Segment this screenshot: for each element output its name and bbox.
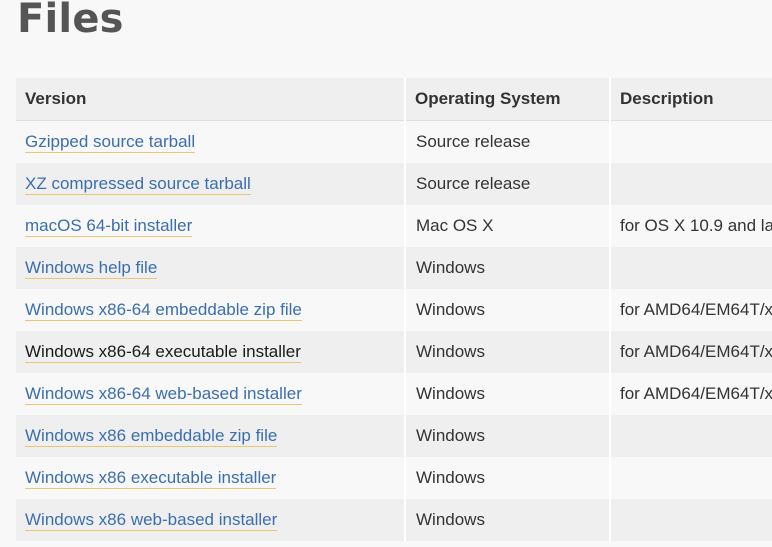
table-row: Gzipped source tarball Source release [16,120,772,163]
description-cell [610,120,772,163]
description-cell [610,499,772,541]
table-row: Windows x86 executable installer Windows [16,457,772,499]
table-row: Windows help file Windows [16,247,772,289]
table-row: Windows x86-64 embeddable zip file Windo… [16,289,772,331]
os-cell: Windows [405,289,611,331]
files-section: Files Version Operating System Descripti… [0,0,772,547]
version-cell: Windows x86 embeddable zip file [16,415,406,457]
download-link-windows-help-file[interactable]: Windows help file [25,258,158,279]
description-cell: for AMD64/EM64T/x [610,331,772,373]
download-link-windows-x86-64-web-installer[interactable]: Windows x86-64 web-based installer [25,384,302,405]
description-cell [610,415,772,457]
version-cell: Windows x86-64 web-based installer [16,373,406,415]
os-cell: Source release [405,163,611,205]
os-cell: Windows [405,247,611,289]
download-link-gzipped-source-tarball[interactable]: Gzipped source tarball [25,132,196,153]
table-header-row: Version Operating System Description [16,78,772,121]
description-cell: for OS X 10.9 and la [610,205,772,247]
table-row: macOS 64-bit installer Mac OS X for OS X… [16,205,772,247]
os-cell: Windows [405,457,611,499]
version-cell: Windows x86 web-based installer [16,499,406,541]
version-cell: macOS 64-bit installer [16,205,406,247]
version-cell: Windows x86 executable installer [16,457,406,499]
os-cell: Windows [405,373,611,415]
table-row: XZ compressed source tarball Source rele… [16,163,772,205]
version-cell: XZ compressed source tarball [16,163,406,205]
os-cell: Source release [405,120,611,163]
download-link-windows-x86-64-executable-installer[interactable]: Windows x86-64 executable installer [25,342,301,363]
download-link-windows-x86-web-installer[interactable]: Windows x86 web-based installer [25,510,278,531]
column-header-os: Operating System [405,78,611,121]
version-cell: Gzipped source tarball [16,120,406,163]
download-link-windows-x86-embeddable-zip[interactable]: Windows x86 embeddable zip file [25,426,278,447]
download-link-xz-source-tarball[interactable]: XZ compressed source tarball [25,174,251,195]
table-row: Windows x86 embeddable zip file Windows [16,415,772,457]
description-cell [610,247,772,289]
column-header-version: Version [16,78,406,121]
version-cell: Windows help file [16,247,406,289]
os-cell: Windows [405,415,611,457]
files-table: Version Operating System Description Gzi… [16,78,772,541]
table-row: Windows x86-64 executable installer Wind… [16,331,772,373]
os-cell: Windows [405,331,611,373]
os-cell: Mac OS X [405,205,611,247]
table-row: Windows x86-64 web-based installer Windo… [16,373,772,415]
os-cell: Windows [405,499,611,541]
description-cell [610,457,772,499]
version-cell: Windows x86-64 embeddable zip file [16,289,406,331]
page-title: Files [17,0,124,42]
column-header-description: Description [610,78,772,121]
table-row: Windows x86 web-based installer Windows [16,499,772,541]
download-link-macos-64bit-installer[interactable]: macOS 64-bit installer [25,216,193,237]
download-link-windows-x86-64-embeddable-zip[interactable]: Windows x86-64 embeddable zip file [25,300,302,321]
description-cell [610,163,772,205]
version-cell: Windows x86-64 executable installer [16,331,406,373]
download-link-windows-x86-executable-installer[interactable]: Windows x86 executable installer [25,468,277,489]
description-cell: for AMD64/EM64T/x [610,373,772,415]
description-cell: for AMD64/EM64T/x [610,289,772,331]
